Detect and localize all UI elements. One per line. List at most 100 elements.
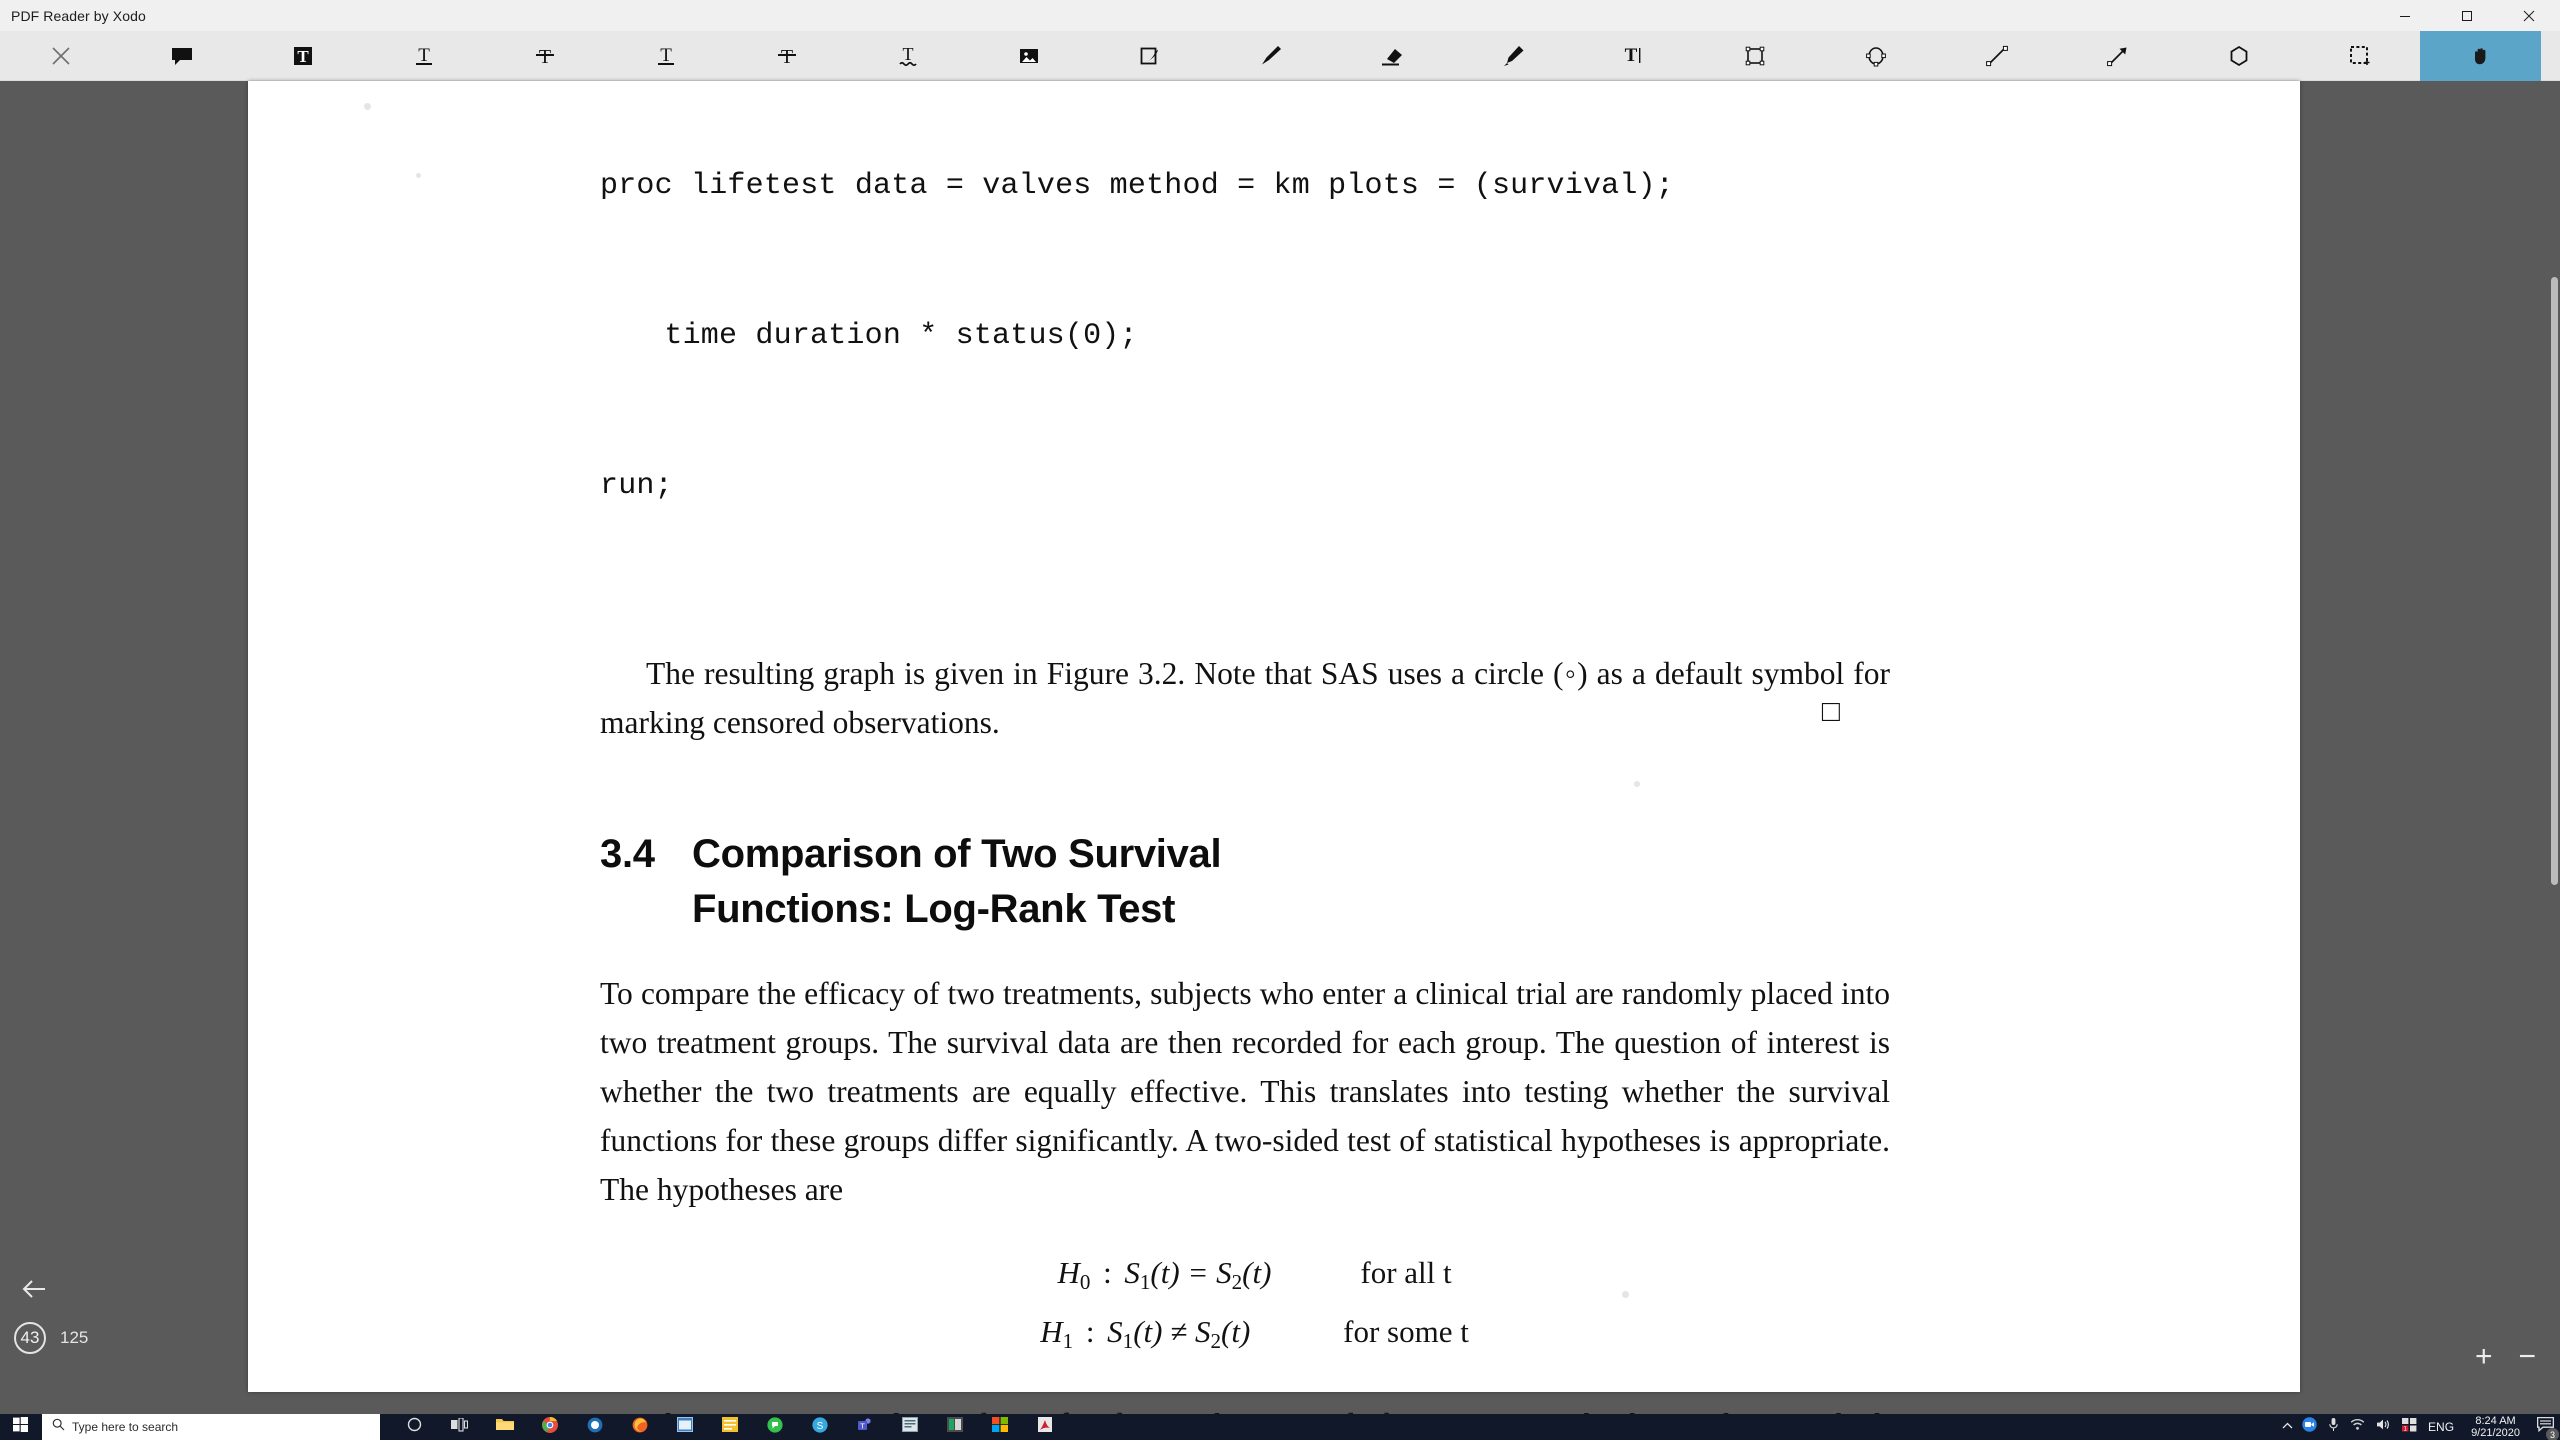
code-line-1: proc lifetest data = valves method = km …: [600, 169, 1674, 203]
search-icon: [52, 1418, 65, 1436]
taskbar-app-window[interactable]: [662, 1414, 707, 1440]
maximize-button[interactable]: [2436, 0, 2498, 31]
null-qualifier: for all t: [1360, 1255, 1452, 1290]
close-toolbar-button[interactable]: [0, 31, 121, 81]
back-button[interactable]: [18, 1272, 52, 1306]
taskbar-app-skype[interactable]: S: [797, 1414, 842, 1440]
taskbar-app-cortana[interactable]: [392, 1414, 437, 1440]
taskbar-app-xodo[interactable]: [887, 1414, 932, 1440]
svg-text:T: T: [297, 47, 309, 66]
page-artifact: [416, 173, 421, 178]
polygon-tool-button[interactable]: [2178, 31, 2299, 81]
tray-icons: 1 ENG: [2302, 1417, 2454, 1437]
section-heading: 3.4 Comparison of Two Survival Functions…: [600, 827, 2000, 937]
wifi-icon[interactable]: [2350, 1418, 2365, 1436]
start-button[interactable]: [0, 1414, 40, 1440]
pdf-viewer[interactable]: proc lifetest data = valves method = km …: [0, 81, 2560, 1440]
zoom-in-button[interactable]: +: [2475, 1342, 2493, 1372]
task-view-icon: [451, 1416, 469, 1437]
taskbar-app-excel[interactable]: [932, 1414, 977, 1440]
arrow-tool-button[interactable]: [2057, 31, 2178, 81]
language-indicator[interactable]: ENG: [2428, 1420, 2454, 1434]
chrome-icon: [541, 1416, 558, 1438]
null-hypothesis-label: H0: [1057, 1255, 1091, 1294]
null-colon: :: [1103, 1255, 1112, 1290]
code-line-2: time duration * status(0);: [628, 319, 1138, 353]
section-title: Comparison of Two Survival Functions: Lo…: [692, 827, 2000, 937]
x-close-icon: [50, 45, 72, 67]
text-underline-tool-button[interactable]: T: [363, 31, 484, 81]
svg-text:T: T: [860, 1421, 865, 1430]
vertical-scrollbar[interactable]: [2550, 81, 2560, 1414]
taskbar-apps: S T: [392, 1414, 1067, 1440]
comment-bubble-icon: [170, 44, 194, 68]
page-navigation: 43 125: [0, 1214, 248, 1414]
camera-icon[interactable]: [2302, 1417, 2317, 1437]
section-title-line-1: Comparison of Two Survival: [692, 832, 1222, 876]
alt-colon: :: [1085, 1313, 1095, 1349]
windows-taskbar: Type here to search S T 1 ENG 8:24 AM 9/…: [0, 1414, 2560, 1440]
volume-icon[interactable]: [2376, 1418, 2391, 1436]
text-highlight-icon: T: [291, 44, 315, 68]
svg-text:S: S: [816, 1421, 823, 1432]
taskbar-search[interactable]: Type here to search: [42, 1414, 380, 1440]
alt-equation: S1(t) ≠ S2(t): [1107, 1313, 1251, 1353]
excel-icon: [946, 1417, 963, 1437]
taskbar-app-chrome[interactable]: [527, 1414, 572, 1440]
show-hidden-icons-button[interactable]: [2282, 1421, 2293, 1433]
clock-time: 8:24 AM: [2475, 1415, 2516, 1427]
undo-button[interactable]: [2541, 31, 2560, 81]
minimize-button[interactable]: [2374, 0, 2436, 31]
page-content: proc lifetest data = valves method = km …: [248, 81, 2300, 1440]
taskbar-app-blue[interactable]: [572, 1414, 617, 1440]
section-title-line-2: Functions: Log-Rank Test: [692, 887, 1176, 931]
page-artifact: [364, 103, 371, 110]
pdf-page: proc lifetest data = valves method = km …: [248, 81, 2300, 1440]
adobe-icon: [1037, 1417, 1052, 1437]
zoom-controls: + −: [2475, 1342, 2536, 1372]
blue-circle-icon: [587, 1417, 603, 1438]
taskbar-app-adobe-reader[interactable]: [1022, 1414, 1067, 1440]
circle-icon: [407, 1417, 422, 1437]
area-select-tool-button[interactable]: [2299, 31, 2420, 81]
taskbar-app-whatsapp[interactable]: [752, 1414, 797, 1440]
hand-icon: [2469, 44, 2493, 68]
taskbar-app-task-view[interactable]: [437, 1414, 482, 1440]
hypothesis-row-alternative: H1 : S1(t) ≠ S2(t) for some t: [1021, 1307, 1469, 1366]
xodo-icon: [901, 1417, 918, 1437]
maximize-icon: [2461, 10, 2473, 22]
text-strikeout-tool-button[interactable]: T: [484, 31, 605, 81]
window-controls: [2374, 0, 2560, 31]
dashed-rectangle-icon: [2347, 43, 2373, 69]
taskbar-app-teams[interactable]: T: [842, 1414, 887, 1440]
text-underline-icon: T: [412, 44, 436, 68]
teams-icon: T: [857, 1417, 873, 1438]
taskbar-app-file-explorer[interactable]: [482, 1414, 527, 1440]
text-highlight-tool-button[interactable]: T: [242, 31, 363, 81]
taskbar-clock[interactable]: 8:24 AM 9/21/2020: [2463, 1415, 2528, 1439]
zoom-out-button[interactable]: −: [2518, 1342, 2536, 1372]
taskbar-app-notes[interactable]: [707, 1414, 752, 1440]
hypothesis-row-null: H0 : S1(t) = S2(t) for all t: [1038, 1248, 1451, 1307]
close-button[interactable]: [2498, 0, 2560, 31]
body-paragraph: To compare the efficacy of two treatment…: [600, 976, 1890, 1207]
pan-tool-button[interactable]: [2420, 31, 2541, 81]
minimize-icon: [2399, 10, 2411, 22]
clock-date: 9/21/2020: [2471, 1427, 2520, 1439]
notification-badge: 3: [2546, 1428, 2559, 1440]
taskbar-app-store[interactable]: [977, 1414, 1022, 1440]
windows-logo-icon: [12, 1417, 28, 1437]
page-indicator[interactable]: 43 125: [14, 1322, 88, 1354]
scrollbar-thumb[interactable]: [2551, 277, 2558, 885]
close-icon: [2523, 10, 2535, 22]
comment-tool-button[interactable]: [121, 31, 242, 81]
green-icon: [766, 1416, 783, 1438]
total-page-count: 125: [60, 1328, 89, 1347]
microphone-icon[interactable]: [2328, 1417, 2339, 1437]
store-icon: [991, 1417, 1008, 1437]
taskbar-app-firefox[interactable]: [617, 1414, 662, 1440]
updates-icon[interactable]: 1: [2402, 1417, 2417, 1437]
notification-center-button[interactable]: 3: [2536, 1416, 2559, 1440]
paragraph-after-code: The resulting graph is given in Figure 3…: [600, 656, 1890, 740]
section-number: 3.4: [600, 832, 655, 876]
